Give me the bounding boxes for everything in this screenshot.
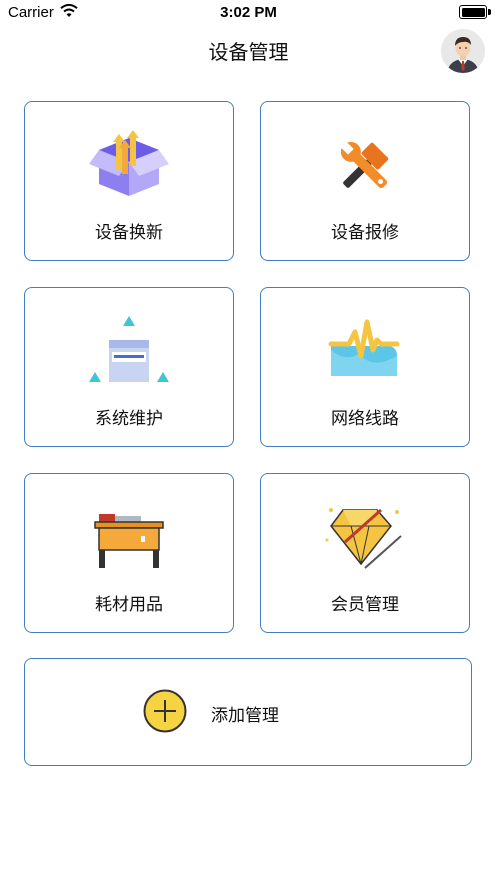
navigation-bar: 设备管理 (0, 26, 497, 76)
add-management-label: 添加管理 (211, 706, 279, 726)
member-management-label: 会员管理 (331, 595, 399, 615)
network-line-label: 网络线路 (331, 409, 399, 429)
desk-supplies-icon (94, 514, 164, 568)
device-repair-label: 设备报修 (331, 223, 399, 243)
box-upgrade-icon (89, 130, 169, 196)
add-management-card[interactable]: 添加管理 (24, 658, 472, 766)
diamond-member-icon (325, 508, 402, 569)
server-maintenance-icon (89, 316, 169, 382)
avatar[interactable] (441, 29, 485, 73)
status-bar: Carrier 3:02 PM (0, 0, 497, 26)
tools-repair-icon (339, 140, 389, 189)
device-renewal-label: 设备换新 (95, 223, 163, 243)
system-maintenance-card[interactable]: 系统维护 (24, 287, 234, 447)
member-management-card[interactable]: 会员管理 (260, 473, 470, 633)
plus-circle-icon (143, 689, 187, 733)
network-line-card[interactable]: 网络线路 (260, 287, 470, 447)
battery-icon (459, 5, 491, 19)
device-renewal-card[interactable]: 设备换新 (24, 101, 234, 261)
page-title: 设备管理 (208, 40, 289, 64)
consumables-card[interactable]: 耗材用品 (24, 473, 234, 633)
network-signal-icon (328, 319, 400, 376)
system-maintenance-label: 系统维护 (95, 409, 163, 429)
device-repair-card[interactable]: 设备报修 (260, 101, 470, 261)
user-avatar-icon (441, 29, 485, 73)
consumables-label: 耗材用品 (95, 595, 163, 615)
clock: 3:02 PM (220, 4, 277, 21)
